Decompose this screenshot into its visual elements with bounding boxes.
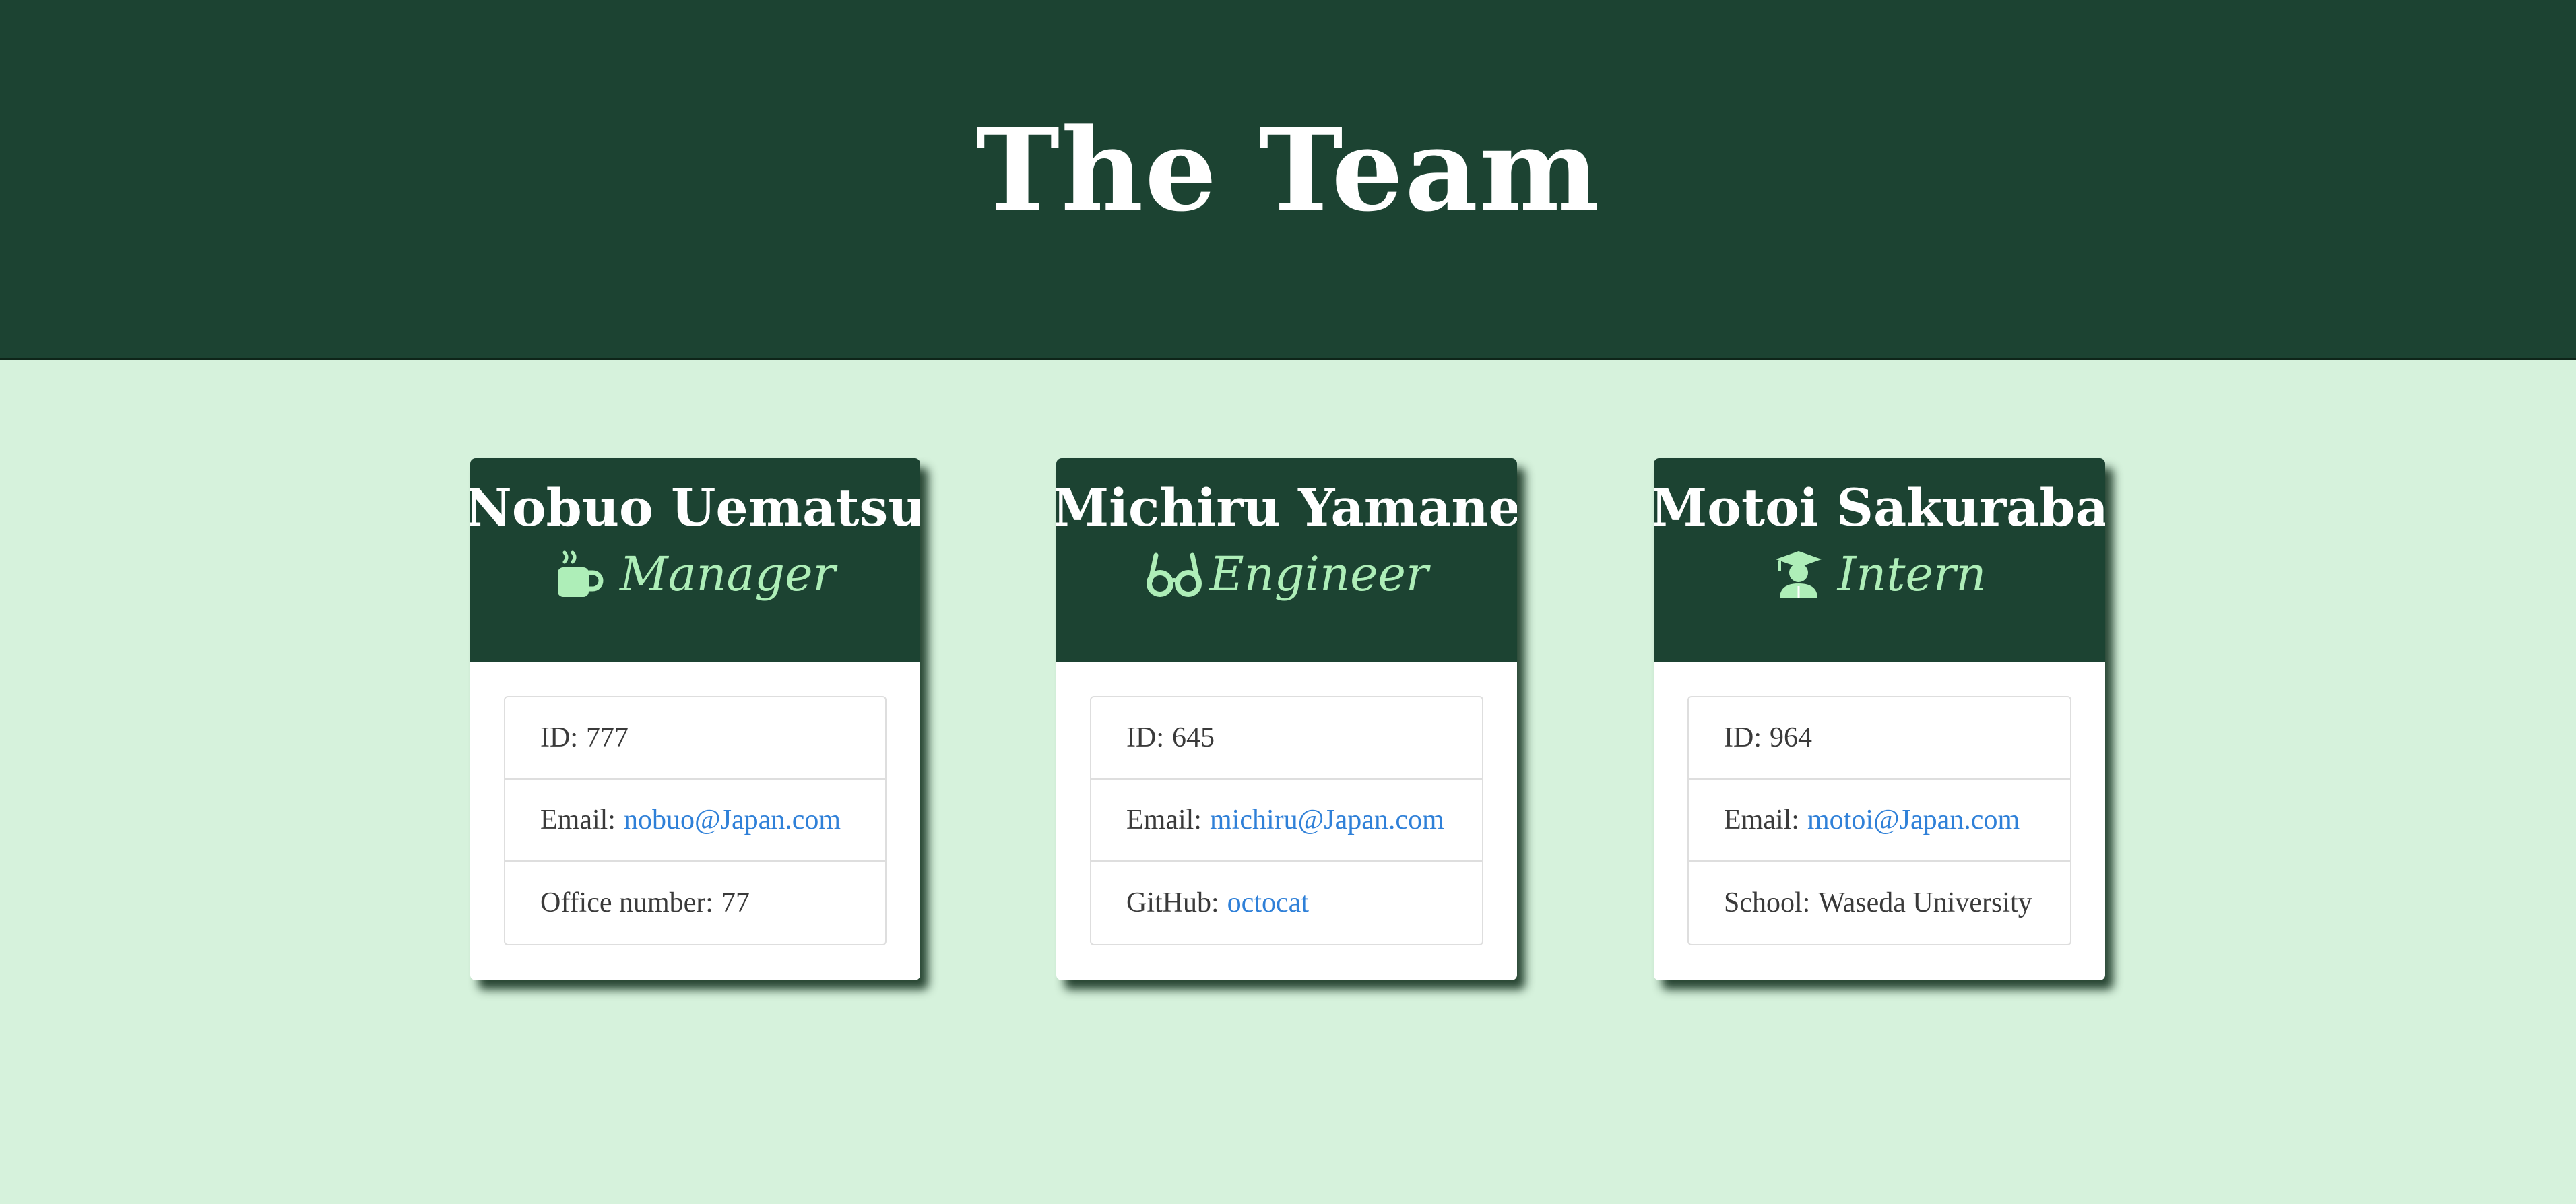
employee-card-intern: Motoi Sakuraba Intern ID: 964 Email: mot… bbox=[1654, 458, 2105, 980]
id-item: ID: 777 bbox=[505, 697, 885, 780]
details-list: ID: 777 Email: nobuo@Japan.com Office nu… bbox=[504, 696, 887, 945]
email-item: Email: motoi@Japan.com bbox=[1689, 780, 2070, 862]
id-label: ID: bbox=[1724, 722, 1762, 753]
glasses-icon bbox=[1145, 548, 1202, 600]
employee-card-engineer: Michiru Yamane Engineer ID: 645 Email: m… bbox=[1056, 458, 1517, 980]
id-item: ID: 645 bbox=[1091, 697, 1482, 780]
employee-name: Michiru Yamane bbox=[1056, 478, 1517, 538]
office-number-value: 77 bbox=[721, 887, 750, 918]
employee-role: Intern bbox=[1773, 546, 1987, 602]
card-body: ID: 964 Email: motoi@Japan.com School: W… bbox=[1654, 662, 2105, 945]
role-label: Intern bbox=[1837, 546, 1987, 602]
role-label: Manager bbox=[620, 546, 835, 602]
id-item: ID: 964 bbox=[1689, 697, 2070, 780]
employee-role: Manager bbox=[555, 546, 835, 602]
card-body: ID: 645 Email: michiru@Japan.com GitHub:… bbox=[1056, 662, 1517, 945]
email-label: Email: bbox=[540, 804, 616, 835]
graduate-icon bbox=[1773, 548, 1824, 600]
github-label: GitHub: bbox=[1126, 887, 1219, 918]
email-label: Email: bbox=[1126, 804, 1202, 835]
card-header: Motoi Sakuraba Intern bbox=[1654, 458, 2105, 662]
employee-name: Nobuo Uematsu bbox=[470, 478, 920, 538]
employee-role: Engineer bbox=[1145, 546, 1429, 602]
email-link[interactable]: nobuo@Japan.com bbox=[624, 804, 841, 836]
details-list: ID: 645 Email: michiru@Japan.com GitHub:… bbox=[1090, 696, 1483, 945]
id-value: 964 bbox=[1770, 722, 1812, 753]
employee-name: Motoi Sakuraba bbox=[1654, 478, 2105, 538]
email-item: Email: nobuo@Japan.com bbox=[505, 780, 885, 862]
employee-card-manager: Nobuo Uematsu Manager ID: 777 Email: nob… bbox=[470, 458, 920, 980]
email-link[interactable]: motoi@Japan.com bbox=[1807, 804, 2020, 836]
id-label: ID: bbox=[540, 722, 578, 753]
school-label: School: bbox=[1724, 887, 1811, 918]
email-item: Email: michiru@Japan.com bbox=[1091, 780, 1482, 862]
office-number-item: Office number: 77 bbox=[505, 862, 885, 944]
role-label: Engineer bbox=[1209, 546, 1429, 602]
school-item: School: Waseda University bbox=[1689, 862, 2070, 944]
school-value: Waseda University bbox=[1818, 887, 2032, 918]
details-list: ID: 964 Email: motoi@Japan.com School: W… bbox=[1687, 696, 2071, 945]
office-number-label: Office number: bbox=[540, 887, 713, 918]
page-title: The Team bbox=[975, 103, 1601, 236]
card-header: Nobuo Uematsu Manager bbox=[470, 458, 920, 662]
email-link[interactable]: michiru@Japan.com bbox=[1210, 804, 1444, 836]
card-header: Michiru Yamane Engineer bbox=[1056, 458, 1517, 662]
id-value: 645 bbox=[1172, 722, 1215, 753]
coffee-mug-icon bbox=[555, 548, 606, 600]
id-label: ID: bbox=[1126, 722, 1164, 753]
page-header: The Team bbox=[0, 0, 2576, 360]
card-body: ID: 777 Email: nobuo@Japan.com Office nu… bbox=[470, 662, 920, 945]
email-label: Email: bbox=[1724, 804, 1799, 835]
github-item: GitHub: octocat bbox=[1091, 862, 1482, 944]
id-value: 777 bbox=[586, 722, 629, 753]
github-link[interactable]: octocat bbox=[1227, 887, 1309, 919]
